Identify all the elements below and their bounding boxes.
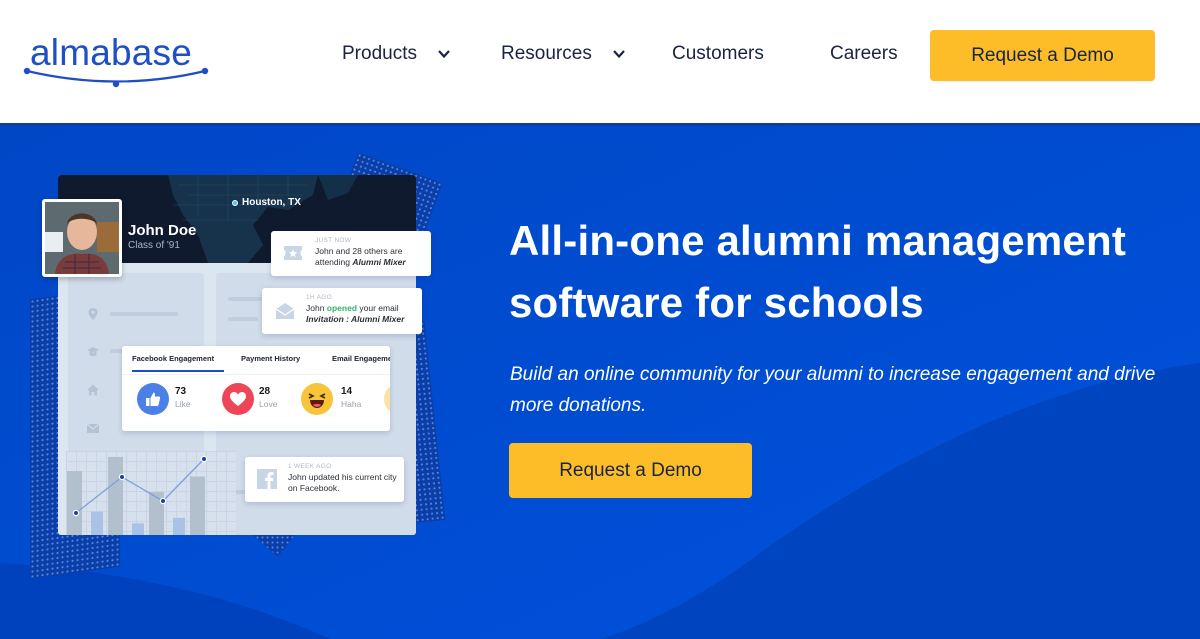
mini-chart-point: [159, 497, 167, 505]
nav-customers-label: Customers: [672, 43, 764, 64]
map-location-label: Houston, TX: [232, 197, 301, 208]
tab-email-engagement[interactable]: Email Engagement: [332, 354, 390, 363]
ticket-star-icon: [284, 246, 302, 260]
notification-facebook: 1 WEEK AGO John updated his current city…: [245, 457, 404, 502]
nav-resources-label: Resources: [501, 43, 592, 64]
active-tab-indicator: [132, 370, 224, 372]
like-reaction-icon: [137, 383, 169, 415]
chevron-down-icon: [613, 50, 625, 59]
nav-products[interactable]: Products: [342, 43, 451, 65]
hero-section: Houston, TX John Doe Class of '91 JUST N…: [0, 123, 1200, 639]
haha-reaction-icon: [301, 383, 333, 415]
site-header: almabase Products Resources Customers Ca…: [0, 0, 1200, 123]
mini-chart-small-bar: [91, 511, 103, 535]
notification-email: 1H AGO John opened your email Invitation …: [262, 288, 422, 334]
mini-chart-point: [200, 455, 208, 463]
profile-name: John Doe: [128, 222, 197, 239]
notification-text: John and 28 others are attending Alumni …: [315, 246, 406, 267]
mini-chart-bar: [190, 476, 205, 535]
chevron-down-icon: [438, 50, 450, 59]
mini-chart-bar: [108, 457, 123, 535]
request-demo-button-header[interactable]: Request a Demo: [930, 30, 1155, 81]
like-count: 73: [175, 386, 187, 397]
profile-photo: [42, 199, 122, 277]
facebook-icon: [257, 469, 277, 489]
logo-smile-icon: [23, 67, 209, 88]
mini-chart: [66, 451, 236, 535]
nav-careers[interactable]: Careers: [830, 43, 898, 65]
notification-text: John opened your email Invitation : Alumn…: [306, 303, 405, 324]
notification-event: JUST NOW John and 28 others are attendin…: [271, 231, 431, 276]
product-illustration: Houston, TX John Doe Class of '91 JUST N…: [0, 123, 480, 639]
profile-class: Class of '91: [128, 240, 180, 251]
notification-time: 1H AGO: [306, 294, 333, 301]
love-reaction-icon: [222, 383, 254, 415]
placeholder-line: [110, 312, 178, 316]
notification-text: John updated his current city on Faceboo…: [288, 472, 397, 493]
notification-time: JUST NOW: [315, 237, 352, 244]
notification-time: 1 WEEK AGO: [288, 463, 332, 470]
location-pin-icon: [88, 308, 98, 320]
nav-resources[interactable]: Resources: [501, 43, 626, 65]
location-pin-icon: [232, 199, 238, 206]
tab-payment-history[interactable]: Payment History: [241, 354, 300, 363]
haha-count: 14: [341, 386, 353, 397]
haha-label: Haha: [341, 399, 362, 409]
hero-subtext: Build an online community for your alumn…: [510, 364, 1156, 416]
home-icon: [87, 384, 99, 396]
wow-reaction-icon: [384, 383, 390, 415]
like-label: Like: [175, 399, 191, 409]
almabase-logo[interactable]: almabase: [22, 30, 212, 90]
hero-headline: All-in-one alumni management software fo…: [509, 217, 1126, 326]
love-label: Love: [259, 399, 278, 409]
nav-products-label: Products: [342, 43, 417, 64]
mini-chart-point: [118, 473, 126, 481]
nav-careers-label: Careers: [830, 43, 898, 64]
graduation-cap-icon: [87, 347, 99, 357]
nav-customers[interactable]: Customers: [672, 43, 764, 65]
avatar-image: [45, 202, 119, 274]
love-count: 28: [259, 386, 271, 397]
placeholder-line: [228, 317, 258, 321]
mini-chart-svg: [67, 455, 208, 535]
mini-chart-small-bar: [132, 523, 144, 535]
envelope-open-icon: [275, 303, 295, 319]
engagement-card: Facebook Engagement Payment History Emai…: [122, 346, 390, 431]
location-text: Houston, TX: [242, 197, 301, 208]
tab-divider: [122, 374, 390, 375]
request-demo-button-hero[interactable]: Request a Demo: [509, 443, 752, 498]
mini-chart-line: [75, 458, 205, 514]
tab-facebook-engagement[interactable]: Facebook Engagement: [132, 354, 214, 363]
mini-chart-small-bar: [173, 517, 185, 535]
mail-icon: [86, 423, 100, 433]
mini-chart-bar: [67, 471, 82, 535]
mini-chart-point: [72, 509, 80, 517]
